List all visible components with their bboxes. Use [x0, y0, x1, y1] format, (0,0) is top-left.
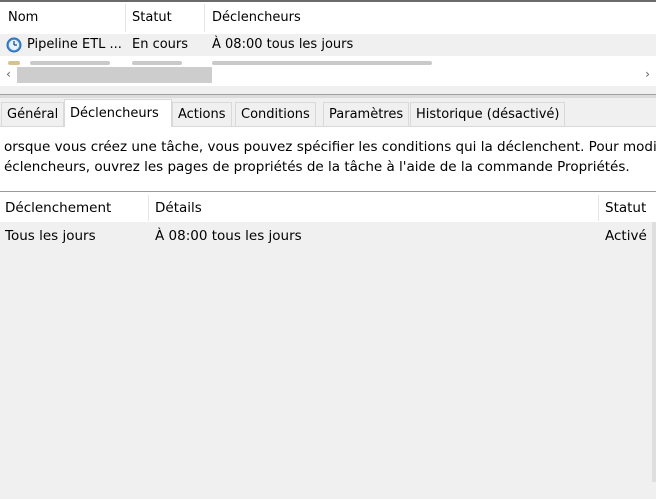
clipped-text — [132, 61, 182, 65]
clipped-text — [30, 61, 110, 65]
column-header-name[interactable]: Nom — [8, 2, 38, 34]
tab-settings[interactable]: Paramètres — [323, 102, 410, 126]
tab-conditions[interactable]: Conditions — [235, 102, 316, 126]
column-header-status[interactable]: Statut — [605, 200, 646, 216]
scroll-left-icon[interactable]: ‹ — [0, 66, 17, 84]
tab-general[interactable]: Général — [1, 102, 65, 126]
clipped-text — [212, 61, 432, 65]
triggers-grid — [0, 191, 656, 499]
tab-triggers[interactable]: Déclencheurs — [64, 99, 172, 127]
splitter[interactable] — [0, 94, 656, 98]
column-divider[interactable] — [204, 4, 205, 32]
column-header-triggers[interactable]: Déclencheurs — [212, 2, 301, 34]
trigger-details: À 08:00 tous les jours — [155, 228, 302, 244]
column-divider[interactable] — [125, 4, 126, 32]
trigger-status: Activé — [605, 228, 647, 244]
task-status: En cours — [132, 37, 189, 52]
task-row-partial[interactable] — [0, 56, 656, 66]
column-divider[interactable] — [148, 195, 149, 221]
scrollbar-thumb[interactable] — [17, 67, 212, 83]
clock-icon — [6, 37, 22, 53]
top-border — [0, 0, 656, 2]
task-triggers: À 08:00 tous les jours — [212, 37, 354, 52]
description-line-2: éclencheurs, ouvrez les pages de proprié… — [4, 159, 630, 175]
tab-actions[interactable]: Actions — [172, 102, 232, 126]
column-header-trigger[interactable]: Déclenchement — [5, 200, 111, 216]
task-name: Pipeline ETL ... — [27, 37, 122, 52]
tab-history[interactable]: Historique (désactivé) — [410, 102, 566, 126]
task-icon-partial — [8, 61, 20, 65]
vertical-scrollbar[interactable] — [652, 222, 656, 482]
column-divider[interactable] — [598, 195, 599, 221]
task-row[interactable]: Pipeline ETL ... En cours À 08:00 tous l… — [0, 34, 656, 56]
description-line-1: orsque vous créez une tâche, vous pouvez… — [4, 139, 656, 155]
scroll-right-icon[interactable]: › — [639, 66, 656, 84]
column-header-details[interactable]: Détails — [155, 200, 202, 216]
column-header-status[interactable]: Statut — [132, 2, 172, 34]
trigger-type: Tous les jours — [5, 228, 96, 244]
